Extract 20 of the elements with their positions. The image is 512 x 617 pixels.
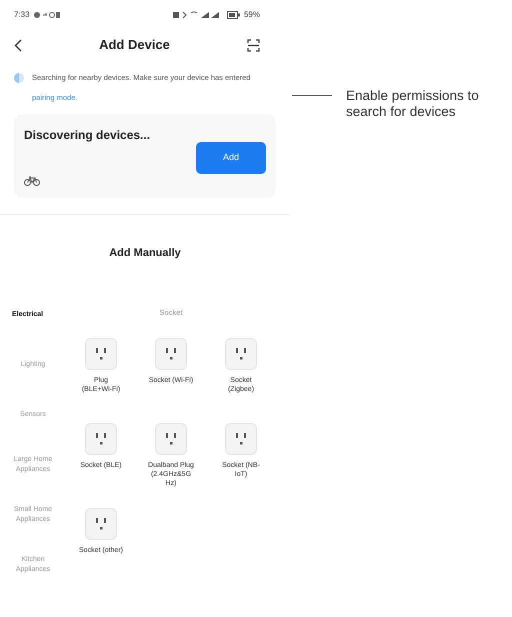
socket-icon — [155, 422, 187, 454]
battery-percent: 59% — [244, 9, 260, 21]
leader-line — [292, 95, 332, 96]
status-time: 7:33 — [14, 9, 30, 21]
back-icon[interactable] — [14, 38, 22, 52]
page-title: Add Device — [99, 36, 170, 54]
socket-icon — [85, 508, 117, 540]
socket-icon — [155, 338, 187, 370]
loading-icon — [14, 73, 24, 83]
bicycle-icon — [24, 176, 40, 186]
socket-icon — [85, 422, 117, 454]
add-button[interactable]: Add — [196, 142, 266, 174]
annotation-text: Enable permissions to search for devices — [346, 88, 480, 120]
scan-icon[interactable] — [247, 38, 260, 52]
socket-icon — [225, 422, 257, 454]
socket-icon — [225, 338, 257, 370]
discovery-title: Discovering devices... — [24, 127, 150, 144]
battery-icon — [226, 11, 240, 19]
socket-icon — [85, 338, 117, 370]
section-title: Add Manually — [108, 246, 182, 261]
